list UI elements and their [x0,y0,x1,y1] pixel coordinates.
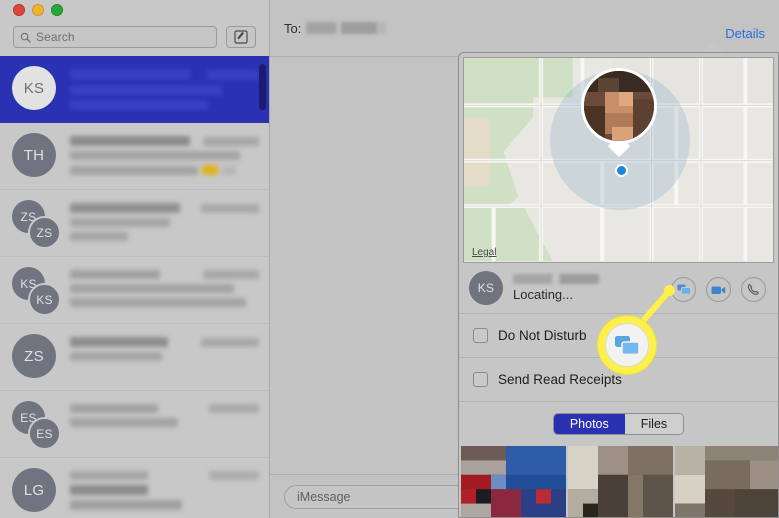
recipient-value[interactable] [306,22,387,34]
video-call-button[interactable] [706,277,731,302]
video-camera-icon [711,286,726,294]
messages-app-window: Search KS TH ZS ZS KS KS ZS ES ES LG To:… [0,0,779,518]
list-item-preview [70,401,259,447]
search-input[interactable]: Search [13,26,217,48]
avatar: LG [12,468,60,514]
list-scrollbar[interactable] [259,64,266,110]
search-row: Search [0,20,269,54]
close-button[interactable] [13,4,25,16]
sidebar: Search KS TH ZS ZS KS KS ZS ES ES LG [0,0,270,518]
attachment-thumbnails [459,446,778,517]
message-header: To: Details [270,0,779,57]
contact-summary-row: KS Locating... [459,263,778,313]
contact-location-pin[interactable] [581,68,657,158]
photo-thumbnail[interactable] [568,446,673,517]
photo-thumbnail[interactable] [461,446,566,517]
avatar: ES ES [12,401,61,450]
screen-share-icon [615,335,640,355]
avatar-initials: KS [12,66,56,110]
contact-action-buttons [671,277,766,302]
list-item[interactable]: ZS ZS [0,190,269,257]
audio-call-button[interactable] [741,277,766,302]
contact-avatar: KS [469,271,503,305]
send-read-receipts-label: Send Read Receipts [498,372,622,387]
list-item-preview [70,334,259,380]
contact-status: Locating... [513,287,573,302]
list-item-preview [70,468,259,514]
window-titlebar [0,0,269,20]
to-label: To: [284,20,302,36]
traffic-lights [13,4,63,16]
search-icon [20,32,31,43]
search-placeholder: Search [36,30,75,44]
screen-share-callout [598,316,656,374]
callout-icon-bubble [605,323,649,367]
callout-anchor-dot [664,285,675,296]
avatar: TH [12,133,60,179]
do-not-disturb-label: Do Not Disturb [498,328,587,343]
current-location-dot [615,164,628,177]
avatar: KS KS [12,267,61,316]
pixelated-photo-3 [675,446,778,517]
list-item-preview [70,267,259,313]
do-not-disturb-checkbox[interactable] [473,328,488,343]
avatar-initials-secondary: ZS [28,216,61,249]
photo-thumbnail[interactable] [675,446,778,517]
details-popover: Legal KS Locating... Do Not Disturb Send… [458,52,779,518]
avatar-initials: TH [12,133,56,177]
zoom-button[interactable] [51,4,63,16]
contact-photo [581,68,657,144]
tab-files[interactable]: Files [624,414,684,434]
list-item-preview [70,200,259,246]
list-item[interactable]: TH [0,123,269,190]
imessage-placeholder: iMessage [297,489,351,504]
list-item-preview [70,133,259,179]
list-item[interactable]: LG [0,458,269,518]
avatar-initials: ZS [12,334,56,378]
send-read-receipts-checkbox[interactable] [473,372,488,387]
pixelated-photo-1 [461,446,566,517]
conversation-list[interactable]: KS TH ZS ZS KS KS ZS ES ES LG [0,56,269,518]
avatar: ZS [12,334,60,380]
screen-share-icon [677,284,691,295]
segmented-control: Photos Files [552,413,685,435]
map-legal-link[interactable]: Legal [472,247,496,258]
list-item[interactable]: ES ES [0,391,269,458]
contact-name [513,274,599,284]
avatar-initials: LG [12,468,56,512]
list-item[interactable]: ZS [0,324,269,391]
avatar: ZS ZS [12,200,61,249]
contact-info: Locating... [513,274,599,302]
avatar-initials-secondary: ES [28,417,61,450]
list-item[interactable]: KS [0,56,269,123]
pixelated-photo-2 [568,446,673,517]
list-item-preview [70,66,259,112]
avatar: KS [12,66,60,112]
compose-icon [234,30,248,44]
attachments-tabs: Photos Files [459,401,778,446]
tab-photos[interactable]: Photos [553,414,625,434]
avatar-initials-secondary: KS [28,283,61,316]
minimize-button[interactable] [32,4,44,16]
list-item[interactable]: KS KS [0,257,269,324]
location-map[interactable]: Legal [463,57,774,263]
details-link[interactable]: Details [725,26,765,41]
compose-button[interactable] [226,26,256,48]
phone-icon [747,283,759,295]
pixelated-face-image [584,71,654,141]
